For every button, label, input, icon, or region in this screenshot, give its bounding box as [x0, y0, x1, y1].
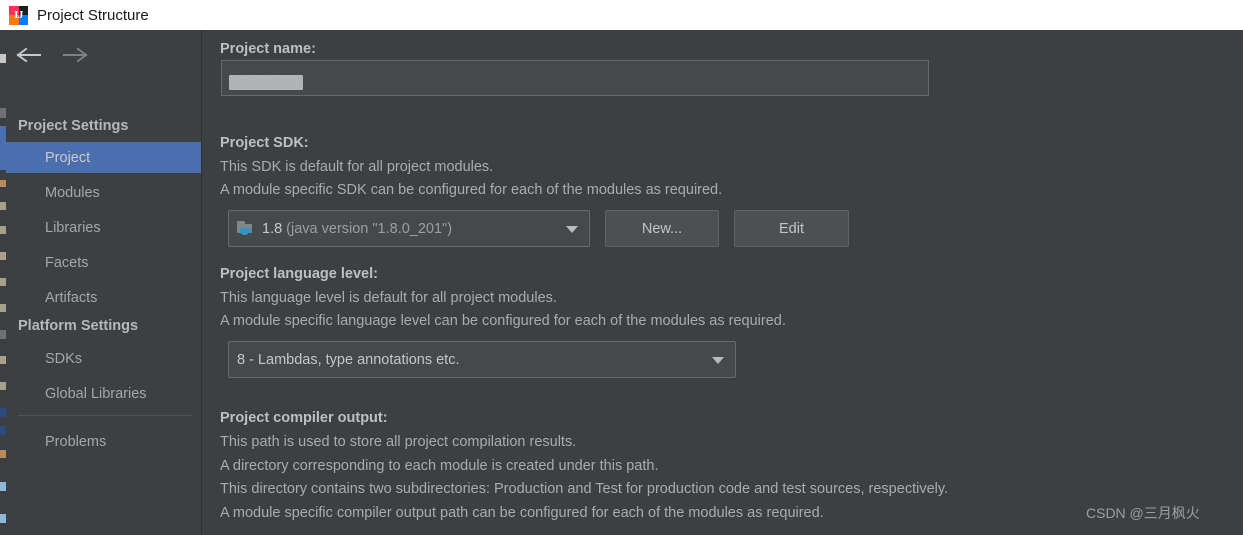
redaction-overlay: [229, 75, 303, 90]
edit-sdk-button[interactable]: Edit: [734, 210, 849, 247]
sidebar-item-project[interactable]: Project: [6, 142, 201, 173]
sidebar-group-project-settings: Project Settings: [18, 118, 128, 134]
project-name-input[interactable]: Demo1: [221, 60, 929, 96]
sidebar-item-label: Project: [45, 150, 90, 166]
chevron-down-icon: [566, 226, 578, 233]
project-language-level-value: 8 - Lambdas, type annotations etc.: [237, 352, 459, 368]
sidebar-item-facets[interactable]: Facets: [6, 247, 201, 278]
project-sdk-description-line-1: This SDK is default for all project modu…: [220, 159, 493, 175]
compiler-output-description-line-1: This path is used to store all project c…: [220, 434, 576, 450]
sidebar-navigation: [6, 40, 201, 72]
compiler-output-description-line-2: A directory corresponding to each module…: [220, 458, 658, 474]
sidebar-item-label: Libraries: [45, 220, 101, 236]
back-button[interactable]: [12, 40, 46, 70]
sidebar-item-sdks[interactable]: SDKs: [6, 343, 201, 374]
project-sdk-label: Project SDK:: [220, 135, 309, 151]
sidebar-item-global-libraries[interactable]: Global Libraries: [6, 378, 201, 409]
intellij-idea-logo-icon: IJ: [9, 6, 28, 25]
project-sdk-detail: (java version "1.8.0_201"): [286, 221, 452, 237]
sidebar-item-modules[interactable]: Modules: [6, 177, 201, 208]
sidebar-item-problems[interactable]: Problems: [6, 426, 201, 457]
project-structure-dialog: IJ Project Structure: [0, 0, 1243, 535]
project-sdk-description-line-2: A module specific SDK can be configured …: [220, 182, 722, 198]
arrow-left-icon: [16, 47, 42, 63]
new-sdk-button[interactable]: New...: [605, 210, 719, 247]
sidebar-group-platform-settings: Platform Settings: [18, 318, 138, 334]
project-settings-panel: Project name: Demo1 Project SDK: This SD…: [202, 30, 1243, 535]
project-language-level-combobox[interactable]: 8 - Lambdas, type annotations etc.: [228, 341, 736, 378]
sidebar-item-label: Facets: [45, 255, 89, 271]
sidebar-item-label: Artifacts: [45, 290, 97, 306]
arrow-right-icon: [62, 47, 88, 63]
project-language-level-label: Project language level:: [220, 266, 378, 282]
forward-button[interactable]: [58, 40, 92, 70]
compiler-output-description-line-4: A module specific compiler output path c…: [220, 505, 824, 521]
project-sdk-version: 1.8: [262, 221, 282, 237]
sidebar-separator: [18, 415, 193, 416]
jdk-folder-icon: [237, 220, 255, 237]
language-level-description-line-2: A module specific language level can be …: [220, 313, 786, 329]
sidebar-item-label: SDKs: [45, 351, 82, 367]
compiler-output-description-line-3: This directory contains two subdirectori…: [220, 481, 948, 497]
project-compiler-output-label: Project compiler output:: [220, 410, 388, 426]
language-level-description-line-1: This language level is default for all p…: [220, 290, 557, 306]
project-name-label: Project name:: [220, 41, 316, 57]
project-sdk-combobox[interactable]: 1.8 (java version "1.8.0_201"): [228, 210, 590, 247]
sidebar-item-artifacts[interactable]: Artifacts: [6, 282, 201, 313]
chevron-down-icon: [712, 357, 724, 364]
project-name-value-redacted: Demo1: [231, 70, 278, 86]
window-title: Project Structure: [37, 8, 149, 23]
settings-sidebar: Project Settings Project Modules Librari…: [6, 30, 201, 535]
sidebar-item-label: Global Libraries: [45, 386, 147, 402]
sidebar-item-label: Modules: [45, 185, 100, 201]
csdn-watermark: CSDN @三月枫火: [1086, 503, 1200, 523]
window-titlebar: IJ Project Structure: [0, 0, 1243, 30]
logo-letters: IJ: [9, 6, 28, 25]
sidebar-item-label: Problems: [45, 434, 106, 450]
sidebar-item-libraries[interactable]: Libraries: [6, 212, 201, 243]
dialog-body: Project Settings Project Modules Librari…: [6, 30, 1243, 535]
